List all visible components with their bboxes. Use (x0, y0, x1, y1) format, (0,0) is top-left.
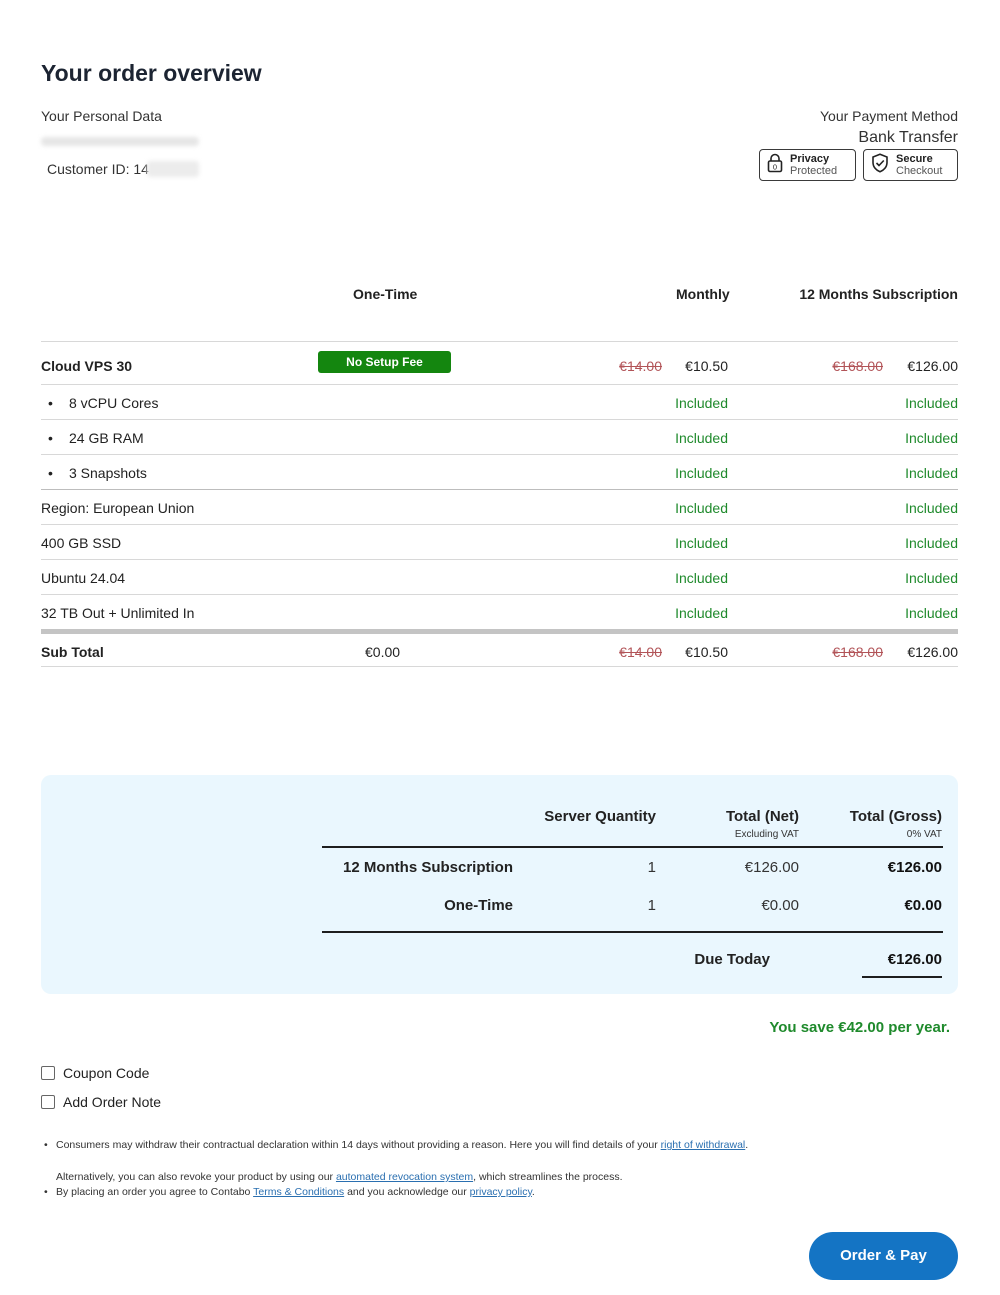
page-title: Your order overview (41, 60, 262, 86)
row-label: 32 TB Out + Unlimited In (41, 605, 195, 621)
product-row: Cloud VPS 30 No Setup Fee €14.00 €10.50 … (41, 341, 958, 384)
order-table: Cloud VPS 30 No Setup Fee €14.00 €10.50 … (41, 341, 958, 667)
summary-divider (322, 931, 943, 933)
monthly-included: Included (675, 465, 728, 481)
shield-check-icon (871, 152, 889, 178)
table-row: Ubuntu 24.04 Included Included (41, 559, 958, 594)
coupon-code-option[interactable]: Coupon Code (41, 1065, 149, 1081)
row-label: Region: European Union (41, 500, 195, 516)
table-row: 32 TB Out + Unlimited In Included Includ… (41, 594, 958, 629)
summary-header-gross: Total (Gross) (849, 808, 942, 825)
no-setup-fee-badge: No Setup Fee (318, 351, 451, 373)
coupon-code-label: Coupon Code (63, 1065, 150, 1081)
monthly-included: Included (675, 570, 728, 586)
summary-divider (322, 846, 943, 848)
payment-method-value: Bank Transfer (858, 129, 958, 146)
lock-icon: 0 (767, 153, 783, 178)
order-note-label: Add Order Note (63, 1094, 162, 1110)
column-header-one-time: One-Time (353, 286, 418, 302)
subtotal-subscription-old: €168.00 (832, 644, 883, 660)
badge-subtitle: Protected (790, 165, 838, 177)
monthly-included: Included (675, 605, 728, 621)
terms-notice: By placing an order you agree to Contabo… (44, 1186, 535, 1198)
table-row: Region: European Union Included Included (41, 489, 958, 524)
column-header-monthly: Monthly (676, 286, 730, 302)
badge-title: Privacy (790, 153, 830, 165)
privacy-policy-link[interactable]: privacy policy (470, 1186, 532, 1198)
due-today-value: €126.00 (887, 951, 942, 968)
subtotal-row: Sub Total €0.00 €14.00 €10.50 €168.00 €1… (41, 629, 958, 667)
row-label: 24 GB RAM (41, 430, 144, 446)
badge-title: Secure (896, 153, 933, 165)
order-and-pay-button[interactable]: Order & Pay (809, 1232, 958, 1280)
svg-text:0: 0 (773, 162, 777, 171)
row-label: 8 vCPU Cores (41, 395, 158, 411)
customer-id: Customer ID: 14 (47, 161, 199, 177)
summary-line-quantity: 1 (647, 897, 656, 914)
summary-header-quantity: Server Quantity (544, 808, 656, 825)
summary-line-quantity: 1 (647, 859, 656, 876)
monthly-price: €10.50 (685, 358, 728, 374)
row-label: 3 Snapshots (41, 465, 147, 481)
column-header-subscription: 12 Months Subscription (799, 286, 958, 302)
order-note-checkbox[interactable] (41, 1095, 55, 1109)
monthly-included: Included (675, 430, 728, 446)
subscription-included: Included (905, 430, 958, 446)
redacted-customer-id (146, 161, 199, 177)
subtotal-label: Sub Total (41, 644, 104, 660)
payment-method-label: Your Payment Method (819, 108, 958, 124)
table-row: 400 GB SSD Included Included (41, 524, 958, 559)
table-row: 3 Snapshots Included Included (41, 454, 958, 489)
subscription-included: Included (905, 605, 958, 621)
summary-header-net: Total (Net) (725, 808, 799, 825)
due-today-underline (862, 976, 942, 978)
secure-checkout-badge: Secure Checkout (863, 149, 958, 181)
subscription-price: €126.00 (907, 358, 958, 374)
badge-subtitle: Checkout (896, 165, 943, 177)
due-today-label: Due Today (694, 951, 770, 968)
subtotal-subscription: €126.00 (907, 644, 958, 660)
subscription-old-price: €168.00 (832, 358, 883, 374)
withdrawal-notice: Consumers may withdraw their contractual… (44, 1139, 748, 1151)
subscription-included: Included (905, 395, 958, 411)
monthly-included: Included (675, 535, 728, 551)
personal-data-label: Your Personal Data (41, 108, 162, 124)
coupon-code-checkbox[interactable] (41, 1066, 55, 1080)
summary-line-net: €126.00 (744, 859, 799, 876)
summary-line-label: One-Time (444, 897, 513, 914)
subtotal-monthly-old: €14.00 (619, 644, 662, 660)
monthly-included: Included (675, 500, 728, 516)
subscription-included: Included (905, 570, 958, 586)
revocation-notice: Alternatively, you can also revoke your … (56, 1171, 623, 1183)
summary-line-gross: €0.00 (904, 897, 942, 914)
table-row: 24 GB RAM Included Included (41, 419, 958, 454)
summary-header-net-note: Excluding VAT (734, 829, 799, 840)
subscription-included: Included (905, 465, 958, 481)
summary-line-net: €0.00 (761, 897, 799, 914)
right-of-withdrawal-link[interactable]: right of withdrawal (661, 1139, 746, 1151)
privacy-protected-badge: 0 Privacy Protected (759, 149, 856, 181)
subscription-included: Included (905, 535, 958, 551)
order-summary-panel: Server Quantity Total (Net) Excluding VA… (41, 775, 958, 994)
monthly-included: Included (675, 395, 728, 411)
subtotal-monthly: €10.50 (685, 644, 728, 660)
summary-line-label: 12 Months Subscription (342, 859, 513, 876)
row-label: 400 GB SSD (41, 535, 122, 551)
subscription-included: Included (905, 500, 958, 516)
product-name: Cloud VPS 30 (41, 358, 133, 374)
savings-message: You save €42.00 per year. (769, 1019, 950, 1036)
subtotal-one-time: €0.00 (365, 644, 401, 660)
summary-line-gross: €126.00 (887, 859, 942, 876)
order-note-option[interactable]: Add Order Note (41, 1094, 161, 1110)
monthly-old-price: €14.00 (619, 358, 662, 374)
redacted-email (41, 137, 199, 146)
row-label: Ubuntu 24.04 (41, 570, 126, 586)
terms-conditions-link[interactable]: Terms & Conditions (253, 1186, 344, 1198)
table-row: 8 vCPU Cores Included Included (41, 384, 958, 419)
automated-revocation-link[interactable]: automated revocation system (336, 1171, 473, 1183)
summary-header-gross-note: 0% VAT (906, 829, 942, 840)
